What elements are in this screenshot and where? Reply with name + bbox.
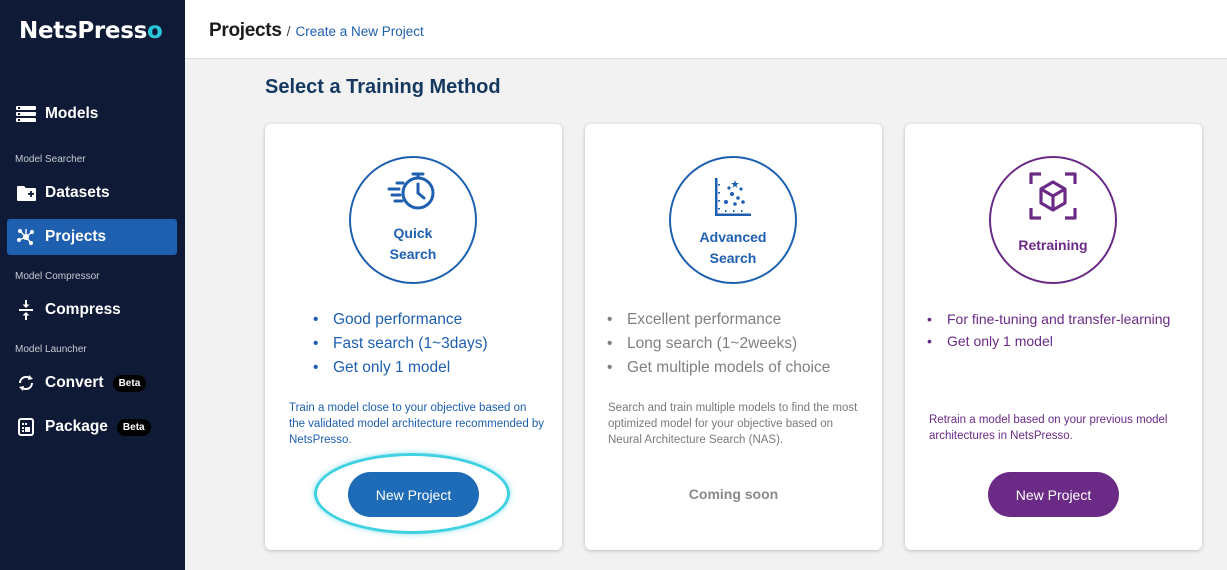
feature-item: Get only 1 model: [313, 356, 488, 380]
card-title-line: Search: [389, 246, 437, 262]
new-project-button[interactable]: New Project: [348, 472, 479, 517]
sidebar-item-label: Models: [45, 105, 99, 122]
sidebar-item-models[interactable]: Models: [7, 96, 177, 132]
sidebar-item-package[interactable]: Package Beta: [7, 409, 177, 445]
sidebar-item-datasets[interactable]: Datasets: [7, 175, 177, 211]
advanced-search-badge: Advanced Search: [669, 156, 797, 284]
feature-item: Get multiple models of choice: [607, 356, 830, 380]
card-title-line: Quick: [393, 225, 433, 241]
card-description: Train a model close to your objective ba…: [289, 402, 545, 446]
folder-plus-icon: [16, 183, 36, 203]
breadcrumb: Projects / Create a New Project: [209, 20, 424, 42]
feature-item: Get only 1 model: [927, 330, 1170, 352]
card-description: Search and train multiple models to find…: [608, 402, 858, 446]
logo-accent: o: [147, 18, 163, 44]
breadcrumb-separator: /: [286, 23, 291, 39]
network-icon: [16, 227, 36, 247]
card-description: Retrain a model based on your previous m…: [929, 414, 1168, 442]
sidebar-item-label: Projects: [45, 228, 107, 245]
quick-search-badge: Quick Search: [349, 156, 477, 284]
card-title: Quick Search: [390, 223, 437, 265]
feature-item: Good performance: [313, 308, 488, 332]
card-quick-search: Quick Search Good performance Fast searc…: [265, 124, 562, 550]
list-icon: [16, 104, 36, 124]
coming-soon-label: Coming soon: [688, 486, 779, 502]
sidebar-item-label: Package: [45, 418, 108, 435]
sidebar-item-projects[interactable]: Projects: [7, 219, 177, 255]
compress-icon: [16, 300, 36, 320]
logo-text: NetsPress: [19, 18, 148, 44]
card-title-line: Advanced: [699, 229, 767, 245]
breadcrumb-current: Create a New Project: [295, 24, 424, 39]
section-label-model-launcher: Model Launcher: [15, 344, 87, 355]
sidebar-item-label: Convert: [45, 374, 104, 391]
section-label-model-compressor: Model Compressor: [15, 271, 100, 282]
beta-badge: Beta: [112, 374, 147, 392]
cube-icon: [1029, 172, 1077, 225]
scatter-plot-icon: [713, 176, 753, 223]
refresh-icon: [16, 373, 36, 393]
sidebar-item-label: Compress: [45, 301, 121, 318]
fast-stopwatch-icon: [387, 170, 439, 217]
sidebar: NetsPresso Models Model Searcher Dataset…: [0, 0, 185, 570]
feature-list: Good performance Fast search (1~3days) G…: [313, 308, 488, 380]
breadcrumb-projects[interactable]: Projects: [209, 20, 282, 42]
feature-item: Fast search (1~3days): [313, 332, 488, 356]
card-title: Retraining: [1018, 235, 1087, 256]
top-bar: Projects / Create a New Project: [185, 0, 1227, 59]
retraining-badge: Retraining: [989, 156, 1117, 284]
package-icon: [16, 417, 36, 437]
sidebar-item-compress[interactable]: Compress: [7, 292, 177, 328]
feature-list: Excellent performance Long search (1~2we…: [607, 308, 830, 380]
feature-list: For fine-tuning and transfer-learning Ge…: [927, 308, 1170, 352]
card-title-line: Retraining: [1018, 237, 1088, 253]
card-retraining: Retraining For fine-tuning and transfer-…: [905, 124, 1202, 550]
beta-badge: Beta: [116, 418, 151, 436]
card-title: Advanced Search: [700, 227, 767, 269]
sidebar-item-label: Datasets: [45, 184, 110, 201]
feature-item: Excellent performance: [607, 308, 830, 332]
section-label-model-searcher: Model Searcher: [15, 154, 86, 165]
card-title-line: Search: [709, 250, 757, 266]
netspresso-logo[interactable]: NetsPresso: [19, 18, 163, 44]
page-title: Select a Training Method: [265, 76, 501, 98]
sidebar-item-convert[interactable]: Convert Beta: [7, 365, 177, 401]
card-advanced-search: Advanced Search Excellent performance Lo…: [585, 124, 882, 550]
new-project-button[interactable]: New Project: [988, 472, 1119, 517]
feature-item: For fine-tuning and transfer-learning: [927, 308, 1170, 330]
feature-item: Long search (1~2weeks): [607, 332, 830, 356]
